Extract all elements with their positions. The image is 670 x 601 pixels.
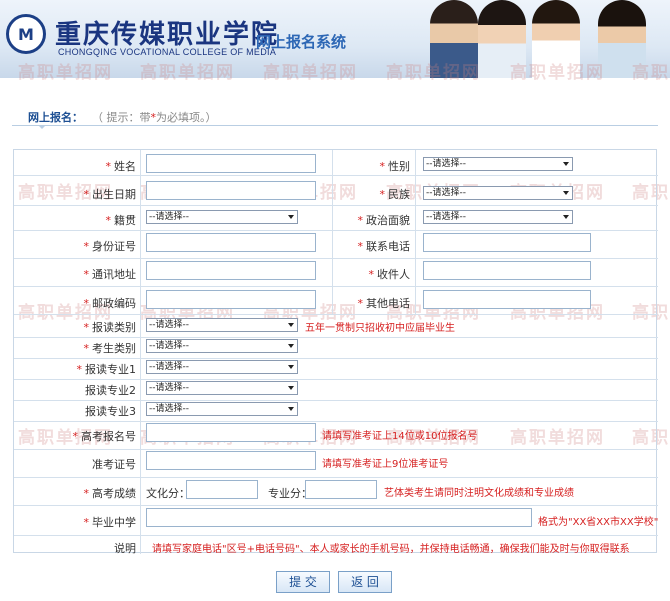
column-divider (415, 150, 416, 314)
column-divider (140, 150, 141, 554)
student-photo-3 (532, 0, 580, 78)
chevron-down-icon (288, 365, 294, 369)
ethnicity-label: * 民族 (379, 188, 411, 201)
column-divider (332, 150, 333, 314)
admission-ticket-hint: 请填写准考证上9位准考证号 (322, 459, 449, 470)
student-photo-2 (478, 0, 526, 78)
major2-label: 报读专业2 (85, 384, 136, 397)
gender-label: * 性别 (379, 160, 411, 173)
postcode-label: * 邮政编码 (83, 297, 137, 310)
row-divider (14, 449, 658, 450)
row-divider (14, 421, 658, 422)
note-text: 请填写家庭电话"区号+电话号码"、本人或家长的手机号码，并保持电话畅通，确保我们… (152, 544, 630, 555)
row-divider (14, 175, 658, 176)
student-photo-4 (598, 0, 646, 78)
row-divider (14, 258, 658, 259)
row-divider (14, 477, 658, 478)
back-button[interactable]: 返 回 (338, 571, 392, 593)
birthdate-label: * 出生日期 (83, 188, 137, 201)
graduate-school-label: * 毕业中学 (83, 516, 137, 529)
row-divider (14, 505, 658, 506)
row-divider (14, 230, 658, 231)
row-divider (14, 400, 658, 401)
system-title: 网上报名系统 (256, 33, 347, 51)
other-phone-input[interactable] (423, 290, 591, 309)
exam-score-label: * 高考成绩 (83, 487, 137, 500)
row-divider (14, 286, 658, 287)
major2-select[interactable]: --请选择-- (146, 381, 298, 395)
recipient-input[interactable] (423, 261, 591, 280)
phone-input[interactable] (423, 233, 591, 252)
culture-score-label: 文化分： (146, 487, 190, 500)
student-category-select[interactable]: --请选择-- (146, 339, 298, 353)
birthdate-input[interactable] (146, 181, 316, 200)
row-divider (14, 205, 658, 206)
college-name-en: CHONGQING VOCATIONAL COLLEGE OF MEDIA (58, 47, 277, 57)
recipient-label: * 收件人 (368, 268, 411, 281)
culture-score-input[interactable] (186, 480, 258, 499)
chevron-down-icon (288, 407, 294, 411)
exam-reg-no-hint: 请填写准考证上14位或10位报名号 (322, 431, 478, 442)
chevron-down-icon (288, 323, 294, 327)
chevron-down-icon (563, 215, 569, 219)
row-divider (14, 314, 658, 315)
chevron-down-icon (288, 344, 294, 348)
political-status-select[interactable]: --请选择-- (423, 210, 573, 224)
native-place-label: * 籍贯 (105, 214, 137, 227)
chevron-down-icon (563, 162, 569, 166)
section-header: 网上报名： （ 提示：带*为必填项。） (12, 105, 658, 129)
other-phone-label: * 其他电话 (357, 297, 411, 310)
political-status-label: * 政治面貌 (357, 214, 411, 227)
id-number-input[interactable] (146, 233, 316, 252)
row-divider (14, 379, 658, 380)
major3-select[interactable]: --请选择-- (146, 402, 298, 416)
submit-button[interactable]: 提 交 (276, 571, 330, 593)
major1-select[interactable]: --请选择-- (146, 360, 298, 374)
student-photo-1 (430, 0, 478, 78)
required-tip: （ 提示：带*为必填项。） (92, 111, 217, 124)
exam-reg-no-input[interactable] (146, 423, 316, 442)
row-divider (14, 337, 658, 338)
admission-ticket-label: 准考证号 (92, 458, 136, 471)
native-place-select[interactable]: --请选择-- (146, 210, 298, 224)
graduate-school-hint: 格式为"XX省XX市XX学校" (538, 517, 659, 528)
name-input[interactable] (146, 154, 316, 173)
note-label: 说明 (114, 542, 136, 555)
row-divider (14, 535, 658, 536)
address-label: * 通讯地址 (83, 268, 137, 281)
apply-category-hint: 五年一贯制只招收初中应届毕业生 (305, 323, 455, 334)
chevron-down-icon (563, 191, 569, 195)
student-category-label: * 考生类别 (83, 342, 137, 355)
major-score-input[interactable] (305, 480, 377, 499)
college-logo-icon: M (6, 14, 46, 54)
address-input[interactable] (146, 261, 316, 280)
exam-score-hint: 艺体类考生请同时注明文化成绩和专业成绩 (384, 488, 574, 499)
major1-label: * 报读专业1 (76, 363, 137, 376)
exam-reg-no-label: * 高考报名号 (72, 430, 137, 443)
apply-category-select[interactable]: --请选择-- (146, 318, 298, 332)
ethnicity-select[interactable]: --请选择-- (423, 186, 573, 200)
id-number-label: * 身份证号 (83, 240, 137, 253)
name-label: * 姓名 (105, 160, 137, 173)
logo-letter: M (18, 24, 34, 44)
section-title: 网上报名： (28, 111, 83, 124)
chevron-down-icon (288, 215, 294, 219)
chevron-down-icon (288, 386, 294, 390)
phone-label: * 联系电话 (357, 240, 411, 253)
postcode-input[interactable] (146, 290, 316, 309)
row-divider (14, 358, 658, 359)
section-arrow-icon (38, 125, 46, 129)
major3-label: 报读专业3 (85, 405, 136, 418)
header-banner: M 重庆传媒职业学院 CHONGQING VOCATIONAL COLLEGE … (0, 0, 670, 78)
graduate-school-input[interactable] (146, 508, 532, 527)
apply-category-label: * 报读类别 (83, 321, 137, 334)
admission-ticket-input[interactable] (146, 451, 316, 470)
gender-select[interactable]: --请选择-- (423, 157, 573, 171)
college-name-cn: 重庆传媒职业学院 (55, 20, 280, 50)
